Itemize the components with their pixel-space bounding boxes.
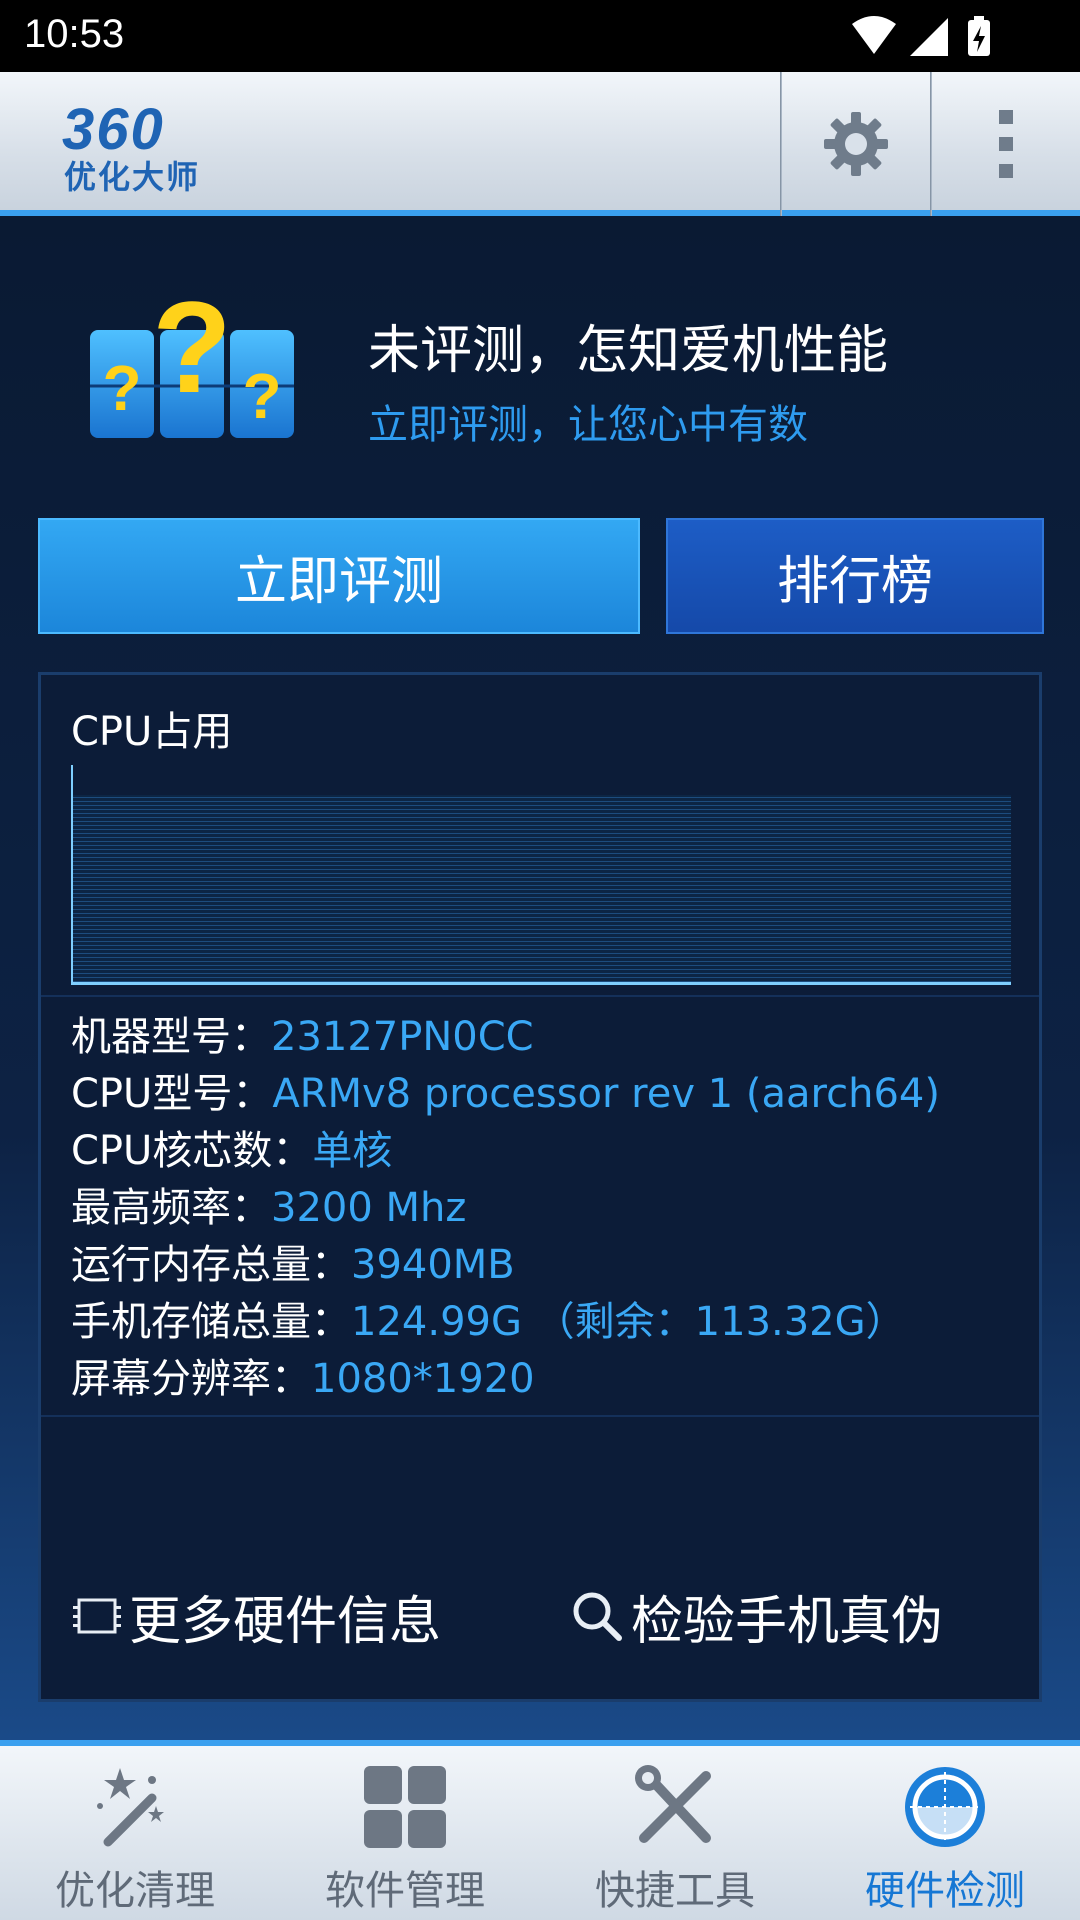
spec-value: 单核 bbox=[312, 1128, 393, 1174]
cpu-usage-label: CPU占用 bbox=[71, 709, 233, 755]
chip-icon bbox=[73, 1598, 121, 1634]
card-divider bbox=[41, 995, 1039, 997]
app-grid-icon bbox=[364, 1766, 446, 1848]
bottom-navigation: 优化清理 软件管理 快捷工具 硬件检测 bbox=[0, 1740, 1080, 1920]
nav-label: 硬件检测 bbox=[865, 1868, 1025, 1914]
hardware-detect-icon bbox=[905, 1767, 985, 1847]
spec-label: 机器型号： bbox=[71, 1014, 271, 1060]
spec-row-ram: 运行内存总量：3940MB bbox=[71, 1237, 1011, 1294]
nav-label: 软件管理 bbox=[325, 1868, 485, 1914]
svg-text:?: ? bbox=[152, 282, 231, 420]
settings-button[interactable] bbox=[782, 72, 930, 216]
main-content: ? ? ? 未评测，怎知爱机性能 立即评测，让您心中有数 立即评测 排行榜 CP… bbox=[0, 222, 1080, 1740]
overflow-menu-button[interactable] bbox=[932, 72, 1080, 216]
svg-text:?: ? bbox=[102, 352, 141, 424]
tools-icon bbox=[635, 1765, 711, 1843]
cpu-usage-graph bbox=[71, 765, 1011, 985]
status-bar: 10:53 bbox=[0, 0, 1080, 72]
spec-value: 124.99G （剩余：113.32G） bbox=[351, 1299, 906, 1345]
spec-label: 屏幕分辨率： bbox=[71, 1356, 311, 1402]
magic-wand-icon bbox=[97, 1768, 164, 1847]
app-header: 360 优化大师 bbox=[0, 72, 1080, 216]
more-hardware-info-label: 更多硬件信息 bbox=[129, 1591, 442, 1652]
spec-value: 23127PN0CC bbox=[271, 1014, 534, 1060]
promo-subtitle: 立即评测，让您心中有数 bbox=[368, 402, 808, 448]
status-time: 10:53 bbox=[24, 12, 125, 56]
nav-item-hardware-detect[interactable]: 硬件检测 bbox=[810, 1746, 1080, 1920]
spec-label: 最高频率： bbox=[71, 1185, 271, 1231]
gear-icon bbox=[824, 112, 888, 176]
evaluate-now-button[interactable]: 立即评测 bbox=[38, 518, 640, 634]
nav-label: 优化清理 bbox=[55, 1868, 215, 1914]
question-blocks-icon: ? ? ? bbox=[90, 282, 294, 438]
spec-row-max-frequency: 最高频率：3200 Mhz bbox=[71, 1180, 1011, 1237]
promo-title: 未评测，怎知爱机性能 bbox=[368, 321, 889, 381]
hardware-info-card: CPU占用 机器型号：23127PN0CC CPU型号：ARMv8 proces… bbox=[38, 672, 1042, 1702]
spec-value: 1080*1920 bbox=[311, 1356, 535, 1402]
spec-label: 运行内存总量： bbox=[71, 1242, 351, 1288]
check-authenticity-label: 检验手机真伪 bbox=[631, 1591, 944, 1652]
more-hardware-info-link[interactable]: 更多硬件信息 bbox=[71, 1581, 442, 1652]
spec-value: ARMv8 processor rev 1 (aarch64) bbox=[272, 1071, 940, 1117]
spec-label: 手机存储总量： bbox=[71, 1299, 351, 1345]
spec-label: CPU核芯数： bbox=[71, 1128, 313, 1174]
spec-row-storage: 手机存储总量：124.99G （剩余：113.32G） bbox=[71, 1294, 1011, 1351]
check-authenticity-link[interactable]: 检验手机真伪 bbox=[569, 1581, 944, 1652]
spec-list: 机器型号：23127PN0CC CPU型号：ARMv8 processor re… bbox=[71, 1009, 1011, 1408]
spec-row-cpu-cores: CPU核芯数：单核 bbox=[71, 1123, 1011, 1180]
logo-text: 优化大师 bbox=[64, 158, 201, 196]
card-divider bbox=[41, 1415, 1039, 1417]
app-logo: 360 优化大师 bbox=[62, 97, 242, 196]
signal-icon bbox=[910, 18, 948, 56]
spec-row-resolution: 屏幕分辨率：1080*1920 bbox=[71, 1351, 1011, 1408]
battery-charging-icon bbox=[968, 16, 990, 56]
status-icons bbox=[850, 14, 1000, 58]
spec-row-model: 机器型号：23127PN0CC bbox=[71, 1009, 1011, 1066]
nav-item-optimize-clean[interactable]: 优化清理 bbox=[0, 1746, 270, 1920]
nav-item-quick-tools[interactable]: 快捷工具 bbox=[540, 1746, 810, 1920]
wifi-icon bbox=[852, 16, 896, 54]
search-icon bbox=[573, 1592, 622, 1641]
overflow-menu-icon bbox=[999, 110, 1013, 178]
spec-value: 3940MB bbox=[351, 1242, 515, 1288]
spec-label: CPU型号： bbox=[71, 1071, 273, 1117]
svg-text:?: ? bbox=[242, 360, 281, 432]
spec-value: 3200 Mhz bbox=[271, 1185, 467, 1231]
ranking-button[interactable]: 排行榜 bbox=[666, 518, 1044, 634]
spec-row-cpu-model: CPU型号：ARMv8 processor rev 1 (aarch64) bbox=[71, 1066, 1011, 1123]
nav-item-software-manage[interactable]: 软件管理 bbox=[270, 1746, 540, 1920]
nav-label: 快捷工具 bbox=[595, 1868, 755, 1914]
